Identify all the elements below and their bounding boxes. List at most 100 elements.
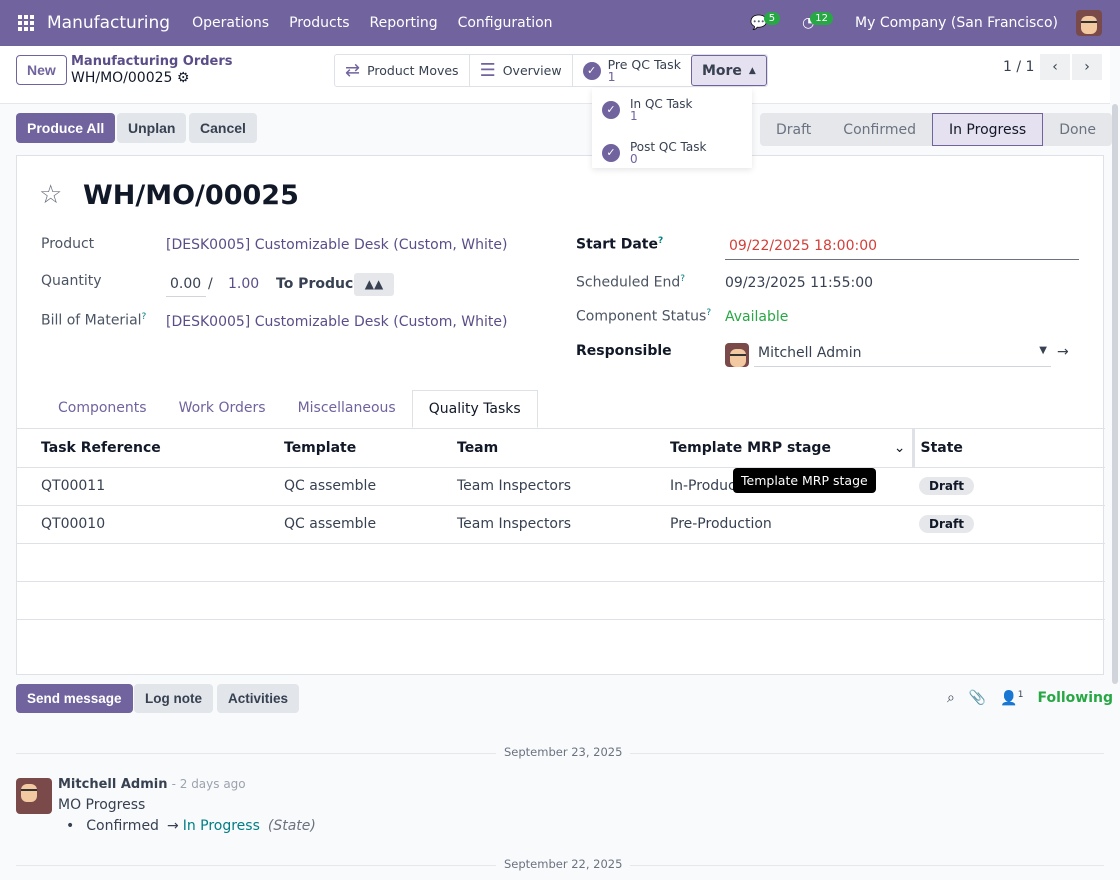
col-team[interactable]: Team — [433, 429, 646, 468]
empty-row — [17, 581, 1105, 620]
new-button[interactable]: New — [16, 55, 67, 85]
new-value: In Progress — [182, 818, 260, 834]
log-note-button[interactable]: Log note — [134, 684, 213, 713]
state-badge: Draft — [919, 515, 974, 533]
help-icon[interactable]: ? — [658, 236, 663, 246]
smart-buttons: ⇄ Product Moves ☰ Overview ✓ Pre QC Task 1 M… — [334, 54, 768, 87]
menu-operations[interactable]: Operations — [192, 15, 269, 31]
component-status-value: Available — [725, 309, 789, 325]
search-icon[interactable]: ⌕ — [947, 690, 955, 706]
menu-configuration[interactable]: Configuration — [458, 15, 553, 31]
forecast-chart-icon[interactable]: ▲▲ — [354, 273, 394, 296]
pre-qc-count: 1 — [607, 68, 616, 84]
col-state[interactable]: State — [913, 429, 1105, 468]
qty-total[interactable]: 1.00 — [228, 276, 259, 292]
responsible-label: Responsible — [576, 343, 672, 359]
table-row[interactable]: QT00011 QC assemble Team Inspectors In-P… — [17, 467, 1105, 506]
col-template-mrp-stage[interactable]: Template MRP stage ⌄ — [646, 429, 915, 468]
responsible-avatar — [725, 343, 749, 367]
following-button[interactable]: Following — [1037, 690, 1113, 706]
star-icon[interactable]: ☆ — [39, 180, 62, 210]
qty-separator: / — [208, 276, 213, 292]
apps-grid-icon[interactable] — [18, 15, 34, 31]
menu-products[interactable]: Products — [289, 15, 349, 31]
product-moves-label: Product Moves — [367, 63, 459, 78]
activities-button[interactable]: Activities — [217, 684, 300, 713]
cell-reference: QT00010 — [17, 505, 260, 544]
app-name[interactable]: Manufacturing — [47, 13, 170, 33]
bom-field[interactable]: [DESK0005] Customizable Desk (Custom, Wh… — [166, 314, 507, 330]
tab-components[interactable]: Components — [42, 390, 163, 428]
help-icon[interactable]: ? — [142, 312, 147, 322]
message-time: - 2 days ago — [171, 777, 246, 791]
responsible-input[interactable]: Mitchell Admin ▼ — [754, 343, 1051, 367]
dropdown-caret-icon[interactable]: ▼ — [1039, 345, 1047, 356]
author-avatar[interactable] — [16, 778, 52, 814]
user-avatar[interactable] — [1076, 10, 1102, 36]
start-date-input[interactable]: 09/22/2025 18:00:00 — [725, 236, 1079, 260]
tab-work-orders[interactable]: Work Orders — [163, 390, 282, 428]
author-name[interactable]: Mitchell Admin — [58, 777, 167, 792]
followers-button[interactable]: 👤1 — [1000, 690, 1023, 707]
pager-previous-icon[interactable]: ‹ — [1040, 54, 1070, 80]
paperclip-icon[interactable]: 📎 — [969, 690, 986, 706]
date-separator: September 22, 2025 — [496, 857, 631, 871]
cell-reference: QT00011 — [17, 467, 260, 506]
col-template-mrp-stage-label: Template MRP stage — [670, 439, 831, 456]
responsible-value: Mitchell Admin — [758, 345, 862, 361]
tab-quality-tasks[interactable]: Quality Tasks — [411, 390, 538, 428]
in-qc-label: In QC Task — [630, 96, 693, 111]
bom-label: Bill of Material — [41, 312, 142, 329]
chevron-down-icon[interactable]: ⌄ — [894, 440, 906, 456]
followers-count: 1 — [1017, 690, 1024, 700]
post-qc-task-item[interactable]: ✓ Post QC Task 0 — [592, 131, 752, 174]
old-value: Confirmed — [86, 818, 159, 834]
col-template[interactable]: Template — [260, 429, 433, 468]
state-badge: Draft — [919, 477, 974, 495]
help-icon[interactable]: ? — [706, 308, 711, 318]
scheduled-end-value[interactable]: 09/23/2025 11:55:00 — [725, 275, 873, 291]
stage-done[interactable]: Done — [1043, 113, 1112, 146]
more-button[interactable]: More ▲ — [690, 55, 767, 86]
qty-produced-input[interactable]: 0.00 — [166, 274, 206, 297]
pager-value[interactable]: 1 / 1 — [1003, 59, 1034, 75]
help-icon[interactable]: ? — [680, 274, 685, 284]
user-icon: 👤 — [1000, 690, 1018, 707]
pager-next-icon[interactable]: › — [1072, 54, 1102, 80]
tab-miscellaneous[interactable]: Miscellaneous — [282, 390, 412, 428]
unplan-button[interactable]: Unplan — [117, 113, 187, 143]
messages-button[interactable]: 💬5 — [750, 12, 784, 31]
gear-icon[interactable]: ⚙ — [177, 70, 190, 86]
company-switcher[interactable]: My Company (San Francisco) — [855, 15, 1058, 31]
quantity-label: Quantity — [41, 273, 102, 289]
overview-label: Overview — [502, 63, 562, 78]
tracking-value: • Confirmed → In Progress (State) — [66, 818, 316, 834]
messages-badge: 5 — [763, 12, 781, 25]
table-header: Task Reference Template Team Template MR… — [17, 429, 1105, 468]
produce-all-button[interactable]: Produce All — [16, 113, 116, 143]
stage-draft[interactable]: Draft — [760, 113, 827, 146]
product-field[interactable]: [DESK0005] Customizable Desk (Custom, Wh… — [166, 237, 507, 253]
product-moves-button[interactable]: ⇄ Product Moves — [335, 55, 470, 86]
cell-team: Team Inspectors — [433, 467, 646, 506]
menu-reporting[interactable]: Reporting — [370, 15, 438, 31]
navbar: Manufacturing Operations Products Report… — [0, 0, 1120, 46]
internal-link-arrow-icon[interactable]: → — [1057, 344, 1069, 360]
table-row[interactable]: QT00010 QC assemble Team Inspectors Pre-… — [17, 505, 1105, 544]
check-circle-icon: ✓ — [582, 61, 601, 80]
activities-button[interactable]: ◔12 — [802, 12, 837, 31]
more-label: More — [701, 62, 742, 79]
post-qc-label: Post QC Task — [630, 139, 707, 154]
breadcrumb-parent[interactable]: Manufacturing Orders — [71, 54, 233, 69]
send-message-button[interactable]: Send message — [16, 684, 133, 713]
stage-confirmed[interactable]: Confirmed — [827, 113, 932, 146]
scrollbar[interactable] — [1112, 104, 1118, 684]
overview-button[interactable]: ☰ Overview — [470, 55, 573, 86]
arrow-icon: → — [166, 818, 179, 834]
stage-in-progress[interactable]: In Progress — [931, 113, 1044, 146]
pre-qc-task-button[interactable]: ✓ Pre QC Task 1 — [573, 55, 691, 86]
in-qc-task-item[interactable]: ✓ In QC Task 1 — [592, 88, 752, 131]
quality-tasks-table: Task Reference Template Team Template MR… — [17, 428, 1105, 620]
cancel-button[interactable]: Cancel — [189, 113, 257, 143]
col-task-reference[interactable]: Task Reference — [17, 429, 260, 468]
